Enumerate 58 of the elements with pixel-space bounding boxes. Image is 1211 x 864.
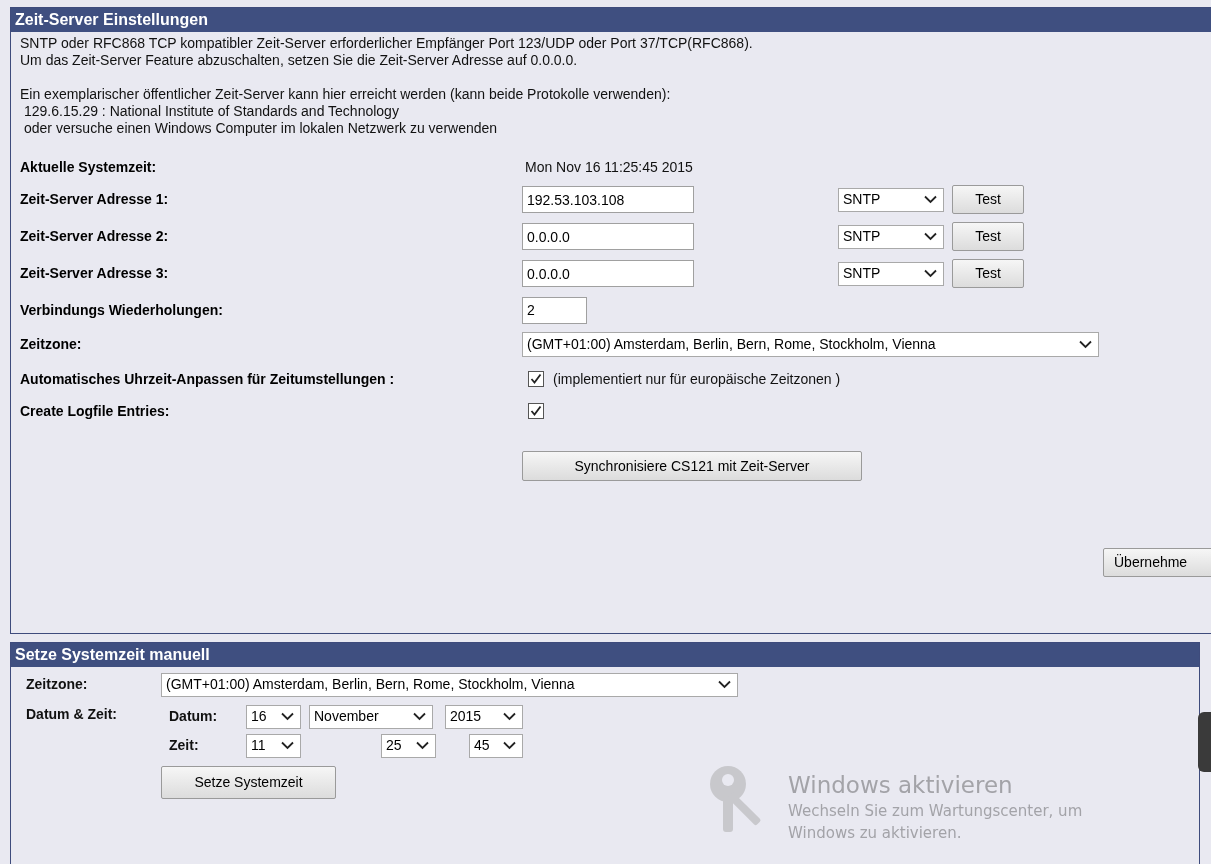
field-label: Zeit-Server Adresse 1:	[20, 190, 170, 209]
current-time-value: Mon Nov 16 11:25:45 2015	[525, 158, 693, 177]
panel-title: Zeit-Server Einstellungen	[15, 10, 208, 30]
dropdown[interactable]: 11	[246, 733, 301, 758]
panel-title: Setze Systemzeit manuell	[15, 645, 210, 665]
intro-line: Ein exemplarischer öffentlicher Zeit-Server kann hier erreicht werden (kann beide Protokolle verwenden):	[20, 86, 671, 103]
intro-line: SNTP oder RFC868 TCP kompatibler Zeit-Server erforderlicher Empfänger Port 123/UDP oder Port 37/TCP(RFC868).	[20, 35, 753, 52]
button[interactable]: Synchronisiere CS121 mit Zeit-Server	[522, 451, 862, 481]
chevron-down-icon	[281, 741, 294, 750]
intro-line: 129.6.15.29 : National Institute of Standards and Technology	[23, 103, 399, 120]
address-field[interactable]: 192.53.103.108	[522, 186, 694, 213]
chevron-down-icon	[718, 680, 731, 689]
button[interactable]: Test	[952, 222, 1024, 251]
field-label: Verbindungs Wiederholungen:	[20, 300, 224, 320]
retries-field[interactable]: 2	[522, 296, 587, 324]
button[interactable]: Test	[952, 259, 1024, 288]
chevron-down-icon	[924, 195, 937, 204]
address-field[interactable]: 0.0.0.0	[522, 223, 694, 250]
chevron-down-icon	[1079, 340, 1092, 349]
dropdown[interactable]: (GMT+01:00) Amsterdam, Berlin, Bern, Rome, Stockholm, Vienna	[522, 332, 1099, 357]
chevron-down-icon	[924, 232, 937, 241]
dropdown[interactable]: SNTP	[838, 224, 944, 249]
field-label: Datum & Zeit:	[26, 705, 118, 724]
chevron-down-icon	[503, 712, 516, 721]
field-label: Aktuelle Systemzeit:	[20, 158, 158, 177]
checkbox[interactable]	[528, 403, 544, 419]
button[interactable]: Setze Systemzeit	[161, 766, 336, 799]
dropdown[interactable]: 45	[469, 733, 523, 758]
dropdown[interactable]: 2015	[445, 704, 523, 729]
field-label: Zeitzone:	[26, 675, 89, 694]
field-label: Zeit-Server Adresse 3:	[20, 264, 170, 283]
chevron-down-icon	[416, 741, 429, 750]
button[interactable]: Übernehme	[1103, 548, 1211, 577]
field-label: Automatisches Uhrzeit-Anpassen für Zeitumstellungen :	[20, 369, 396, 389]
button[interactable]: Test	[952, 185, 1024, 214]
field-label: Create Logfile Entries:	[20, 401, 171, 421]
dropdown[interactable]: 25	[381, 733, 436, 758]
checkbox-note: (implementiert nur für europäische Zeitzonen )	[553, 369, 841, 389]
field-label: Zeitzone:	[20, 335, 83, 354]
chevron-down-icon	[924, 269, 937, 278]
activation-title: Windows aktivieren	[788, 771, 1014, 800]
intro-line: oder versuche einen Windows Computer im lokalen Netzwerk zu verwenden	[23, 120, 498, 137]
dropdown[interactable]: SNTP	[838, 261, 944, 286]
dropdown[interactable]: (GMT+01:00) Amsterdam, Berlin, Bern, Rome, Stockholm, Vienna	[161, 672, 738, 697]
field-label: Datum:	[169, 707, 219, 726]
chevron-down-icon	[503, 741, 516, 750]
intro-line: Um das Zeit-Server Feature abzuschalten, setzen Sie die Zeit-Server Adresse auf 0.0.0.0.	[20, 52, 578, 69]
address-field[interactable]: 0.0.0.0	[522, 260, 694, 287]
chevron-down-icon	[281, 712, 294, 721]
chevron-down-icon	[413, 712, 426, 721]
dropdown[interactable]: November	[309, 704, 433, 729]
dropdown[interactable]: 16	[246, 704, 301, 729]
field-label: Zeit:	[169, 736, 200, 755]
checkbox[interactable]	[528, 371, 544, 387]
dropdown[interactable]: SNTP	[838, 187, 944, 212]
field-label: Zeit-Server Adresse 2:	[20, 227, 170, 246]
activation-text: Windows zu aktivieren.	[788, 823, 963, 844]
activation-text: Wechseln Sie zum Wartungscenter, um	[788, 801, 1083, 822]
